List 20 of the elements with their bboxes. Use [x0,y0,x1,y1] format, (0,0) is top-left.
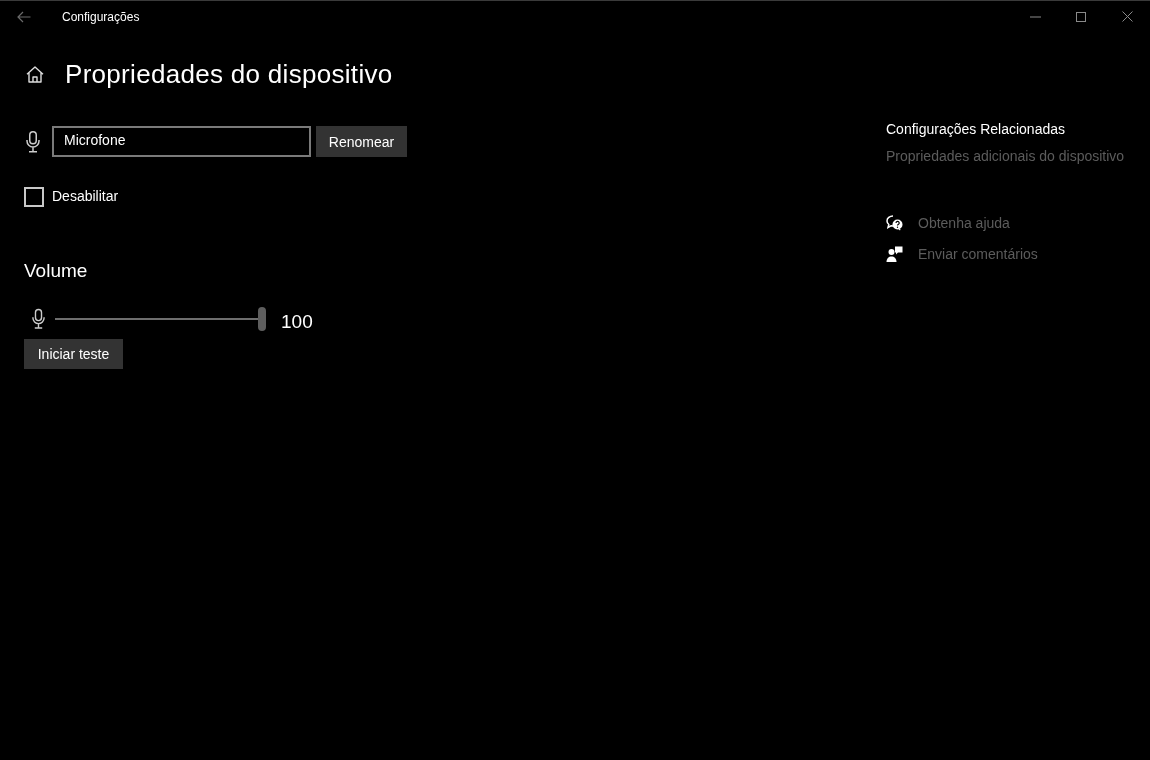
volume-slider-thumb[interactable] [258,307,266,331]
related-settings-heading: Configurações Relacionadas [886,120,1065,139]
rename-button[interactable]: Renomear [316,126,407,157]
microphone-icon [32,308,45,330]
close-icon [1121,11,1133,22]
start-test-button[interactable]: Iniciar teste [24,339,123,369]
maximize-icon [1076,11,1086,22]
home-icon[interactable] [26,65,44,83]
volume-reading: 100 [281,311,313,333]
person-speech-icon [886,246,903,262]
checkbox-label: Desabilitar [52,188,119,204]
back-arrow-icon [17,10,31,23]
chat-question-icon [886,215,903,231]
window-title: Configurações [62,9,140,24]
minimize-icon [1029,15,1041,18]
page-title: Propriedades do dispositivo [65,58,393,90]
device-name-field[interactable]: Microfone [52,126,311,157]
disable-checkbox[interactable] [24,187,44,207]
volume-heading: Volume [24,259,88,283]
microphone-icon [26,130,40,153]
